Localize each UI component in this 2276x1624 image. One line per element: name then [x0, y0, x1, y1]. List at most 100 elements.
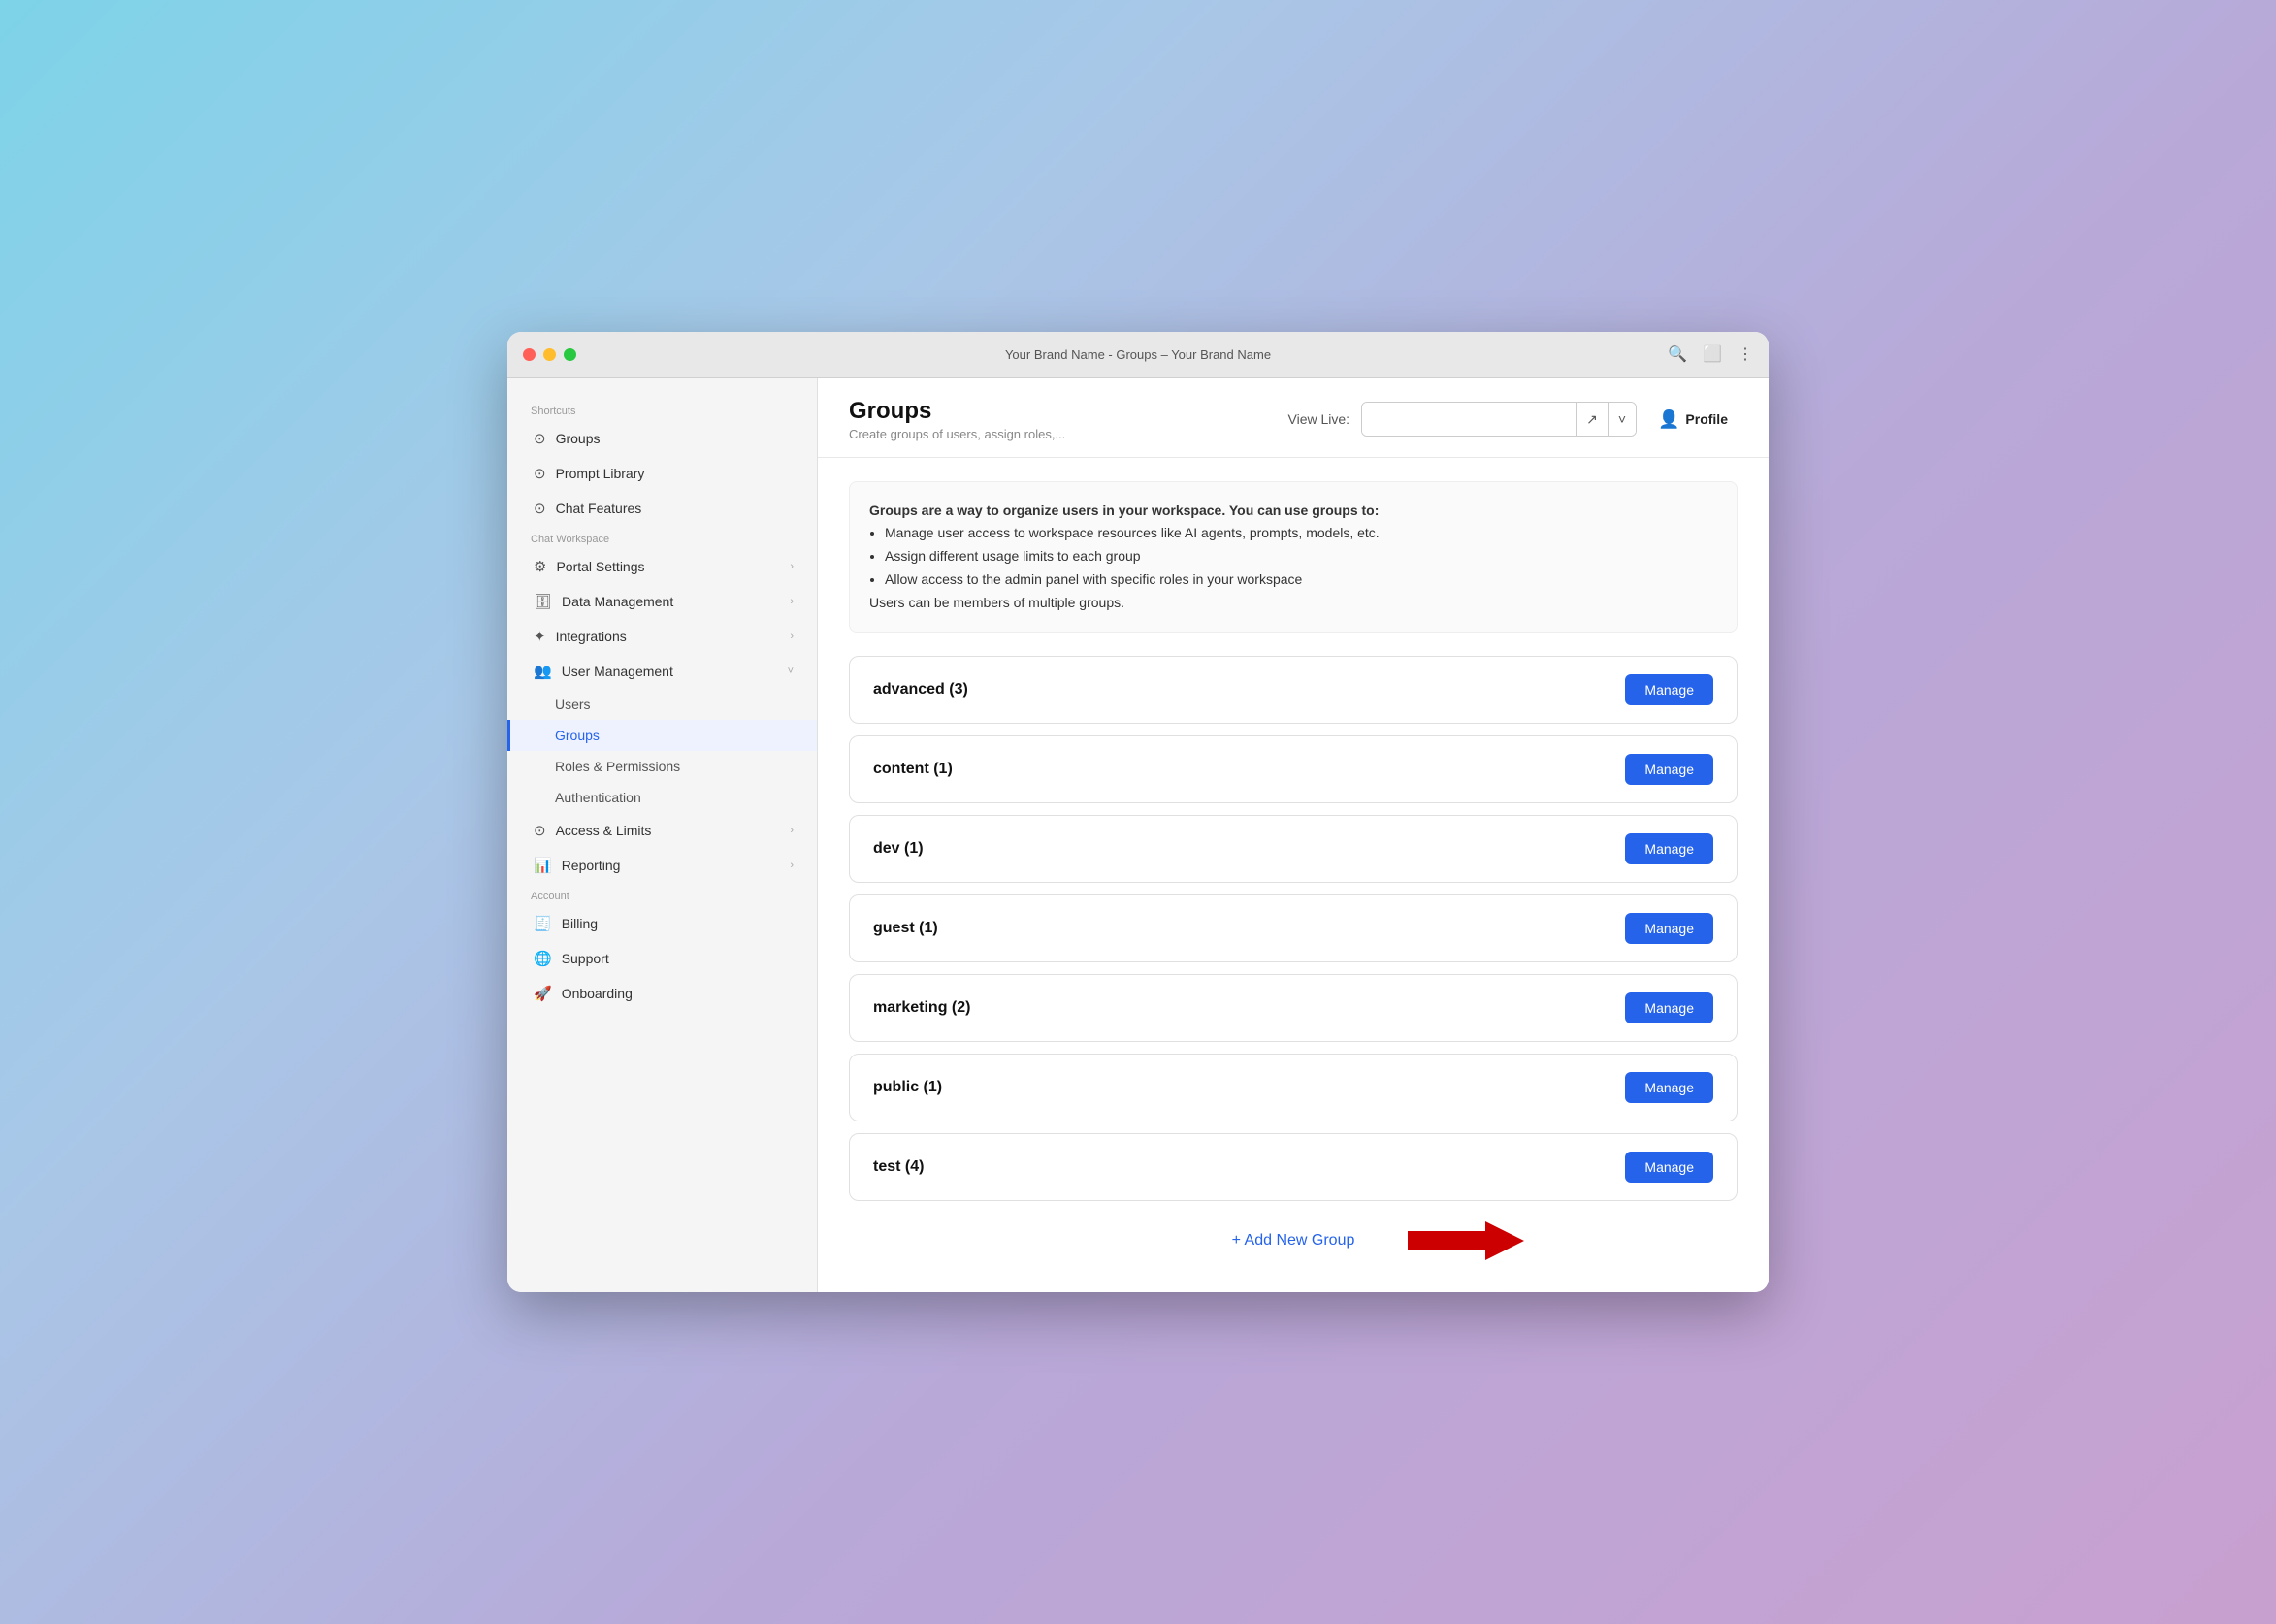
- sidebar-item-billing[interactable]: 🧾 Billing: [507, 906, 817, 941]
- data-management-icon: 🗄: [534, 593, 552, 610]
- chat-features-icon: ⊙: [534, 500, 546, 517]
- view-live-input[interactable]: [1362, 403, 1576, 436]
- sub-item-groups[interactable]: Groups: [507, 720, 817, 751]
- sidebar-item-chat-features[interactable]: ⊙ Chat Features: [507, 491, 817, 526]
- sub-item-roles[interactable]: Roles & Permissions: [507, 751, 817, 782]
- info-bullet-2: Assign different usage limits to each gr…: [885, 545, 1717, 568]
- view-live-open-button[interactable]: ↗: [1576, 403, 1608, 436]
- portal-settings-icon: ⚙: [534, 558, 546, 575]
- sidebar-item-data-management[interactable]: 🗄 Data Management ›: [507, 584, 817, 619]
- portal-settings-chevron: ›: [790, 561, 794, 572]
- prompt-library-icon: ⊙: [534, 465, 546, 482]
- view-live-label: View Live:: [1288, 411, 1350, 427]
- manage-button[interactable]: Manage: [1625, 1152, 1713, 1183]
- integrations-chevron: ›: [790, 631, 794, 642]
- view-live-dropdown-button[interactable]: ˅: [1608, 403, 1636, 436]
- sub-item-authentication[interactable]: Authentication: [507, 782, 817, 813]
- group-name: content (1): [873, 761, 953, 778]
- minimize-button[interactable]: [543, 348, 556, 361]
- group-card: guest (1)Manage: [849, 894, 1738, 962]
- group-card: advanced (3) Manage: [849, 656, 1738, 724]
- manage-button[interactable]: Manage: [1625, 674, 1713, 705]
- portal-settings-label: Portal Settings: [556, 559, 644, 574]
- sidebar-prompt-label: Prompt Library: [556, 466, 645, 481]
- traffic-lights: [523, 348, 576, 361]
- user-management-icon: 👥: [534, 663, 552, 680]
- header-left: Groups Create groups of users, assign ro…: [849, 398, 1065, 441]
- groups-sub-label: Groups: [555, 728, 600, 743]
- sub-item-users[interactable]: Users: [507, 689, 817, 720]
- info-footer: Users can be members of multiple groups.: [869, 592, 1717, 615]
- info-bullet-3: Allow access to the admin panel with spe…: [885, 568, 1717, 592]
- page-title: Groups: [849, 398, 1065, 425]
- content-area: Groups Create groups of users, assign ro…: [818, 378, 1769, 1293]
- profile-button[interactable]: 👤 Profile: [1648, 404, 1738, 436]
- sidebar-item-portal-settings[interactable]: ⚙ Portal Settings ›: [507, 549, 817, 584]
- account-label: Account: [507, 883, 817, 906]
- extensions-icon[interactable]: ⬜: [1703, 344, 1722, 364]
- sidebar-item-prompt-library[interactable]: ⊙ Prompt Library: [507, 456, 817, 491]
- billing-icon: 🧾: [534, 915, 552, 932]
- manage-button[interactable]: Manage: [1625, 913, 1713, 944]
- sidebar-item-groups[interactable]: ⊙ Groups: [507, 421, 817, 456]
- add-new-group-button[interactable]: + Add New Group: [1232, 1232, 1355, 1250]
- support-label: Support: [562, 951, 609, 966]
- close-button[interactable]: [523, 348, 536, 361]
- reporting-label: Reporting: [562, 858, 621, 873]
- manage-button[interactable]: Manage: [1625, 1072, 1713, 1103]
- more-icon[interactable]: ⋮: [1738, 344, 1753, 364]
- sidebar-chat-label: Chat Features: [556, 501, 642, 516]
- access-limits-icon: ⊙: [534, 822, 546, 839]
- add-group-row: + Add New Group: [849, 1213, 1738, 1269]
- user-management-chevron: ˅: [788, 666, 794, 677]
- group-card: dev (1) Manage: [849, 815, 1738, 883]
- group-name: marketing (2): [873, 999, 970, 1017]
- authentication-label: Authentication: [555, 790, 641, 805]
- group-name: test (4): [873, 1158, 924, 1176]
- onboarding-label: Onboarding: [562, 986, 633, 1001]
- group-card: marketing (2) Manage: [849, 974, 1738, 1042]
- manage-button[interactable]: Manage: [1625, 992, 1713, 1023]
- group-name: advanced (3): [873, 681, 968, 698]
- users-label: Users: [555, 697, 591, 712]
- manage-button[interactable]: Manage: [1625, 754, 1713, 785]
- user-management-submenu: Users Groups Roles & Permissions Authent…: [507, 689, 817, 813]
- user-management-label: User Management: [562, 664, 673, 679]
- info-box: Groups are a way to organize users in yo…: [849, 481, 1738, 633]
- group-name: dev (1): [873, 840, 924, 858]
- search-icon[interactable]: 🔍: [1668, 344, 1687, 364]
- reporting-icon: 📊: [534, 857, 552, 874]
- roles-label: Roles & Permissions: [555, 759, 680, 774]
- manage-button[interactable]: Manage: [1625, 833, 1713, 864]
- sidebar-item-onboarding[interactable]: 🚀 Onboarding: [507, 976, 817, 1011]
- info-bullet-1: Manage user access to workspace resource…: [885, 522, 1717, 545]
- groups-list: advanced (3)Managecontent (1)Managedev (…: [849, 656, 1738, 1201]
- chat-workspace-label: Chat Workspace: [507, 526, 817, 549]
- sidebar-item-access-limits[interactable]: ⊙ Access & Limits ›: [507, 813, 817, 848]
- view-live-group: ↗ ˅: [1361, 402, 1637, 437]
- header-right: View Live: ↗ ˅ 👤 Profile: [1288, 402, 1738, 437]
- main-layout: Shortcuts ⊙ Groups ⊙ Prompt Library ⊙ Ch…: [507, 378, 1769, 1293]
- info-intro-bold: Groups are a way to organize users in yo…: [869, 503, 1379, 518]
- group-card: content (1) Manage: [849, 735, 1738, 803]
- titlebar-actions: 🔍 ⬜ ⋮: [1668, 344, 1753, 364]
- profile-icon: 👤: [1658, 409, 1679, 430]
- profile-label: Profile: [1685, 411, 1728, 427]
- access-limits-label: Access & Limits: [556, 823, 652, 838]
- sidebar-item-user-management[interactable]: 👥 User Management ˅: [507, 654, 817, 689]
- titlebar: Your Brand Name - Groups – Your Brand Na…: [507, 332, 1769, 378]
- app-window: Your Brand Name - Groups – Your Brand Na…: [507, 332, 1769, 1293]
- onboarding-icon: 🚀: [534, 985, 552, 1002]
- sidebar-item-integrations[interactable]: ✦ Integrations ›: [507, 619, 817, 654]
- arrow-icon: [1408, 1217, 1524, 1265]
- info-bullets: Manage user access to workspace resource…: [885, 522, 1717, 591]
- integrations-label: Integrations: [556, 629, 627, 644]
- data-management-label: Data Management: [562, 594, 673, 609]
- sidebar-item-reporting[interactable]: 📊 Reporting ›: [507, 848, 817, 883]
- shortcuts-label: Shortcuts: [507, 398, 817, 421]
- billing-label: Billing: [562, 916, 598, 931]
- maximize-button[interactable]: [564, 348, 576, 361]
- reporting-chevron: ›: [790, 860, 794, 871]
- page-subtitle: Create groups of users, assign roles,...: [849, 427, 1065, 441]
- sidebar-item-support[interactable]: 🌐 Support: [507, 941, 817, 976]
